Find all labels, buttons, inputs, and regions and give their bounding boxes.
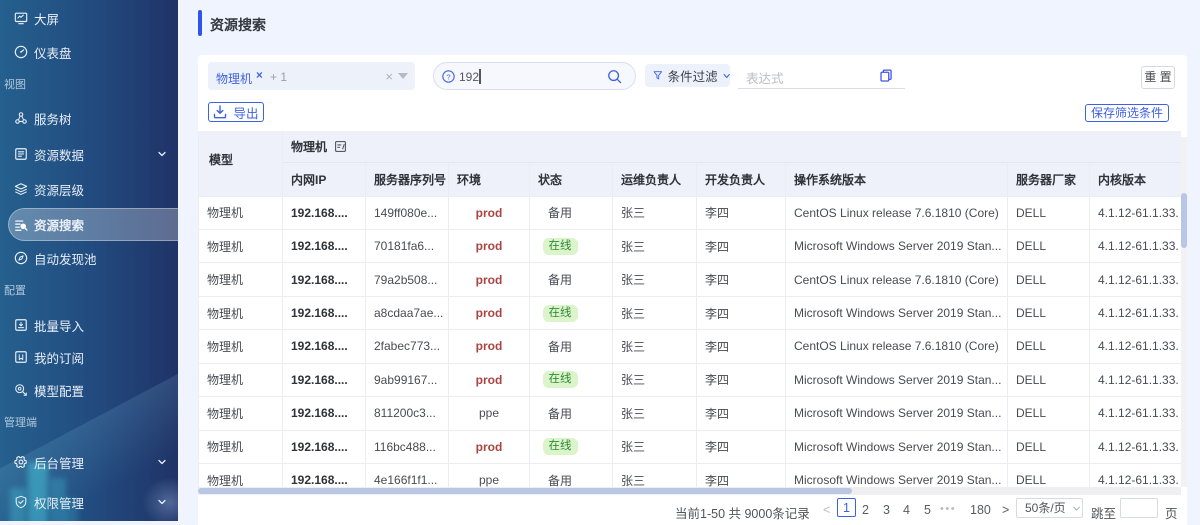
svg-text:?: ? [446,72,450,81]
